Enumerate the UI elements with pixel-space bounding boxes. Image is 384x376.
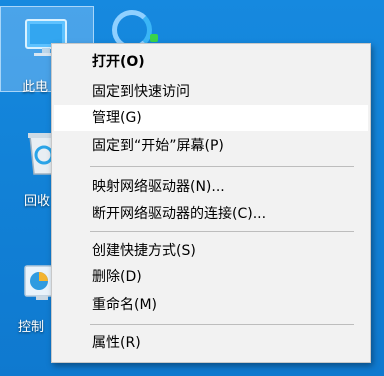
menu-separator <box>90 231 354 232</box>
menu-item-create-shortcut[interactable]: 创建快捷方式(S) <box>54 238 368 264</box>
menu-item-map-network-drive[interactable]: 映射网络驱动器(N)... <box>54 174 368 200</box>
menu-item-open[interactable]: 打开(O) <box>54 49 368 75</box>
menu-item-delete[interactable]: 删除(D) <box>54 264 368 290</box>
menu-item-pin-start[interactable]: 固定到“开始”屏幕(P) <box>54 133 368 159</box>
context-menu: 打开(O) 固定到快速访问 管理(G) 固定到“开始”屏幕(P) 映射网络驱动器… <box>51 43 371 363</box>
status-dot-icon <box>150 34 158 42</box>
menu-item-disconnect-network-drive[interactable]: 断开网络驱动器的连接(C)... <box>54 201 368 227</box>
menu-item-rename[interactable]: 重命名(M) <box>54 292 368 318</box>
this-pc-label: 此电 <box>22 80 49 95</box>
control-panel-label: 控制 <box>18 320 45 335</box>
menu-separator <box>90 166 354 167</box>
menu-item-manage[interactable]: 管理(G) <box>54 105 368 131</box>
menu-item-pin-quick-access[interactable]: 固定到快速访问 <box>54 79 368 105</box>
recycle-bin-label: 回收 <box>24 194 51 209</box>
menu-separator <box>90 324 354 325</box>
menu-item-properties[interactable]: 属性(R) <box>54 330 368 356</box>
